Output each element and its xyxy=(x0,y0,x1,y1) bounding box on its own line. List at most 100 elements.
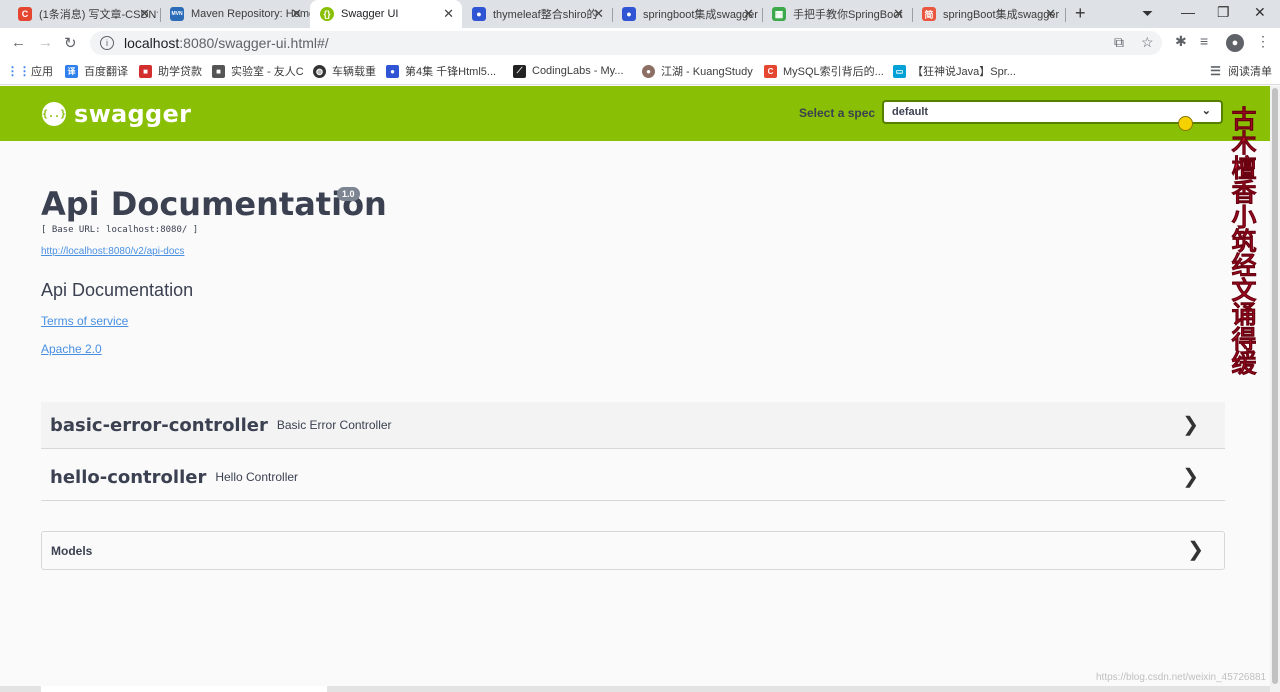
page-scrollbar[interactable] xyxy=(1270,86,1280,692)
tab-search-icon[interactable]: ⏷ xyxy=(1142,5,1153,22)
select-spec-label: Select a spec xyxy=(799,106,876,120)
codinglabs-icon: ⟋ xyxy=(513,64,526,78)
bottom-strip xyxy=(0,686,1270,692)
cursor-highlight xyxy=(1178,116,1193,131)
bookmark-label: MySQL索引背后的... xyxy=(783,66,884,78)
bookmark-label: 助学贷款 xyxy=(158,66,202,78)
csdn-favicon-icon: C xyxy=(764,64,777,78)
tab-csdn-write[interactable]: C (1条消息) 写文章-CSDN博客 ✕ xyxy=(8,0,158,28)
controller-hello[interactable]: hello-controller Hello Controller ❯ xyxy=(41,454,1225,501)
api-docs-link[interactable]: http://localhost:8080/v2/api-docs xyxy=(41,246,184,257)
site-info-icon[interactable]: i xyxy=(100,36,114,50)
browser-toolbar: ← → ↻ i localhost:8080/swagger-ui.html#/… xyxy=(0,28,1280,58)
globe-icon: ◍ xyxy=(313,64,326,78)
tab-divider xyxy=(1065,8,1066,22)
forward-arrow-icon[interactable]: → xyxy=(38,34,53,51)
chevron-right-icon[interactable]: ❯ xyxy=(1182,412,1199,437)
swagger-favicon-icon: {} xyxy=(320,7,334,21)
bookmarks-bar: ⋮⋮ 应用 译 百度翻译 ■ 助学贷款 ■ 实验室 - 友人C ◍ 车辆载重 ●… xyxy=(0,58,1280,85)
tab-springboot-handson[interactable]: ▦ 手把手教你SpringBoot ✕ xyxy=(762,0,912,28)
bookmark-codinglabs[interactable]: ⟋ CodingLabs - My... xyxy=(513,63,624,79)
chevron-right-icon[interactable]: ❯ xyxy=(1187,537,1204,562)
maximize-button[interactable]: ❐ xyxy=(1217,4,1230,21)
api-title: Api Documentation xyxy=(41,185,387,223)
baidu-paw-icon: ● xyxy=(622,7,636,21)
translate-icon[interactable]: ⧉ xyxy=(1114,34,1124,51)
bilibili-tv-icon: ▭ xyxy=(893,64,906,78)
extensions-puzzle-icon[interactable]: ✱ xyxy=(1175,33,1187,50)
reload-icon[interactable]: ↻ xyxy=(64,34,77,52)
baidu-paw-icon: ● xyxy=(472,7,486,21)
loan-flag-icon: ■ xyxy=(139,64,152,78)
kuangstudy-avatar-icon: ● xyxy=(642,64,655,78)
reading-list-label: 阅读清单 xyxy=(1228,66,1272,78)
bookmark-label: 百度翻译 xyxy=(84,66,128,78)
media-queue-icon[interactable]: ≡ xyxy=(1200,33,1208,49)
controller-basic-error[interactable]: basic-error-controller Basic Error Contr… xyxy=(41,402,1225,449)
bookmark-apps[interactable]: ⋮⋮ 应用 xyxy=(6,63,54,79)
scrollbar-thumb[interactable] xyxy=(1272,88,1278,684)
apps-grid-icon: ⋮⋮ xyxy=(6,64,31,78)
close-icon[interactable]: ✕ xyxy=(743,6,754,22)
close-icon[interactable]: ✕ xyxy=(291,6,302,22)
tab-springboot-swagger-2[interactable]: 简 springBoot集成swagger ✕ xyxy=(912,0,1064,28)
bookmark-label: 【狂神说Java】Spr... xyxy=(912,66,1016,78)
window-close-button[interactable]: ✕ xyxy=(1254,4,1266,21)
profile-avatar[interactable]: ● xyxy=(1226,34,1244,52)
url-path: :8080/swagger-ui.html#/ xyxy=(179,35,329,51)
bookmark-label: 江湖 - KuangStudy xyxy=(661,66,753,78)
back-arrow-icon[interactable]: ← xyxy=(11,34,26,51)
url-host: localhost xyxy=(124,35,180,51)
jianshu-favicon-icon: 简 xyxy=(922,7,936,21)
bookmark-label: CodingLabs - My... xyxy=(532,65,624,77)
bottom-strip-segment xyxy=(41,686,327,692)
csdn-favicon-icon: C xyxy=(18,7,32,21)
new-tab-button[interactable]: + xyxy=(1075,3,1086,24)
minimize-button[interactable]: — xyxy=(1181,4,1195,20)
bookmark-label: 实验室 - 友人C xyxy=(231,66,304,78)
tab-maven-repository[interactable]: MVN Maven Repository: Home ✕ xyxy=(160,0,310,28)
bookmark-student-loan[interactable]: ■ 助学贷款 xyxy=(139,63,202,79)
close-icon[interactable]: ✕ xyxy=(139,6,150,22)
controller-description: Basic Error Controller xyxy=(276,418,392,432)
csdn-watermark-url: https://blog.csdn.net/weixin_45726881 xyxy=(1096,672,1267,683)
spec-select-value: default xyxy=(892,106,929,118)
tab-swagger-ui[interactable]: {} Swagger UI ✕ xyxy=(310,0,462,28)
swagger-topbar: {..} swagger Select a spec default ⌄ xyxy=(0,86,1270,141)
version-badge: 1.0 xyxy=(337,187,360,201)
close-icon[interactable]: ✕ xyxy=(893,6,904,22)
bookmark-label: 第4集 千锋Html5... xyxy=(405,66,497,78)
base-url: [ Base URL: localhost:8080/ ] xyxy=(41,225,199,235)
bookmark-kuangstudy[interactable]: ● 江湖 - KuangStudy xyxy=(642,63,753,79)
terms-of-service-link[interactable]: Terms of service xyxy=(41,314,128,328)
swagger-main: Api Documentation 1.0 [ Base URL: localh… xyxy=(0,141,1270,692)
spec-select[interactable]: default ⌄ xyxy=(882,100,1223,124)
address-bar[interactable]: i localhost:8080/swagger-ui.html#/ xyxy=(90,31,1162,55)
close-icon[interactable]: ✕ xyxy=(1045,6,1056,22)
bookmark-label: 车辆载重 xyxy=(332,66,376,78)
api-description: Api Documentation xyxy=(41,280,194,300)
tab-thymeleaf-shiro[interactable]: ● thymeleaf整合shiro的 ✕ xyxy=(462,0,612,28)
tab-springboot-swagger-1[interactable]: ● springboot集成swagger ✕ xyxy=(612,0,762,28)
bookmark-vehicle-load[interactable]: ◍ 车辆载重 xyxy=(313,63,376,79)
bookmark-baidu-translate[interactable]: 译 百度翻译 xyxy=(65,63,128,79)
bookmark-lab[interactable]: ■ 实验室 - 友人C xyxy=(212,63,304,79)
models-section[interactable]: Models ❯ xyxy=(41,531,1225,570)
bookmark-star-icon[interactable]: ☆ xyxy=(1141,34,1154,51)
close-icon[interactable]: ✕ xyxy=(443,6,454,22)
license-link[interactable]: Apache 2.0 xyxy=(41,342,102,356)
chevron-right-icon[interactable]: ❯ xyxy=(1182,464,1199,489)
vertical-watermark-text: 古木檀香小筑 经文诵得缓 xyxy=(1231,105,1257,379)
swagger-logo[interactable]: {..} swagger xyxy=(42,100,191,128)
lab-avatar-icon: ■ xyxy=(212,64,225,78)
swagger-logo-text: swagger xyxy=(74,100,192,128)
chevron-down-icon: ⌄ xyxy=(1201,105,1211,117)
menu-kebab-icon[interactable]: ⋮ xyxy=(1256,33,1270,50)
close-icon[interactable]: ✕ xyxy=(593,6,604,22)
bookmark-qianfeng-html5[interactable]: ● 第4集 千锋Html5... xyxy=(386,63,496,79)
baidu-paw-icon: ● xyxy=(386,64,399,78)
bookmark-mysql-index[interactable]: C MySQL索引背后的... xyxy=(764,63,884,79)
bookmark-kuangshen-java[interactable]: ▭ 【狂神说Java】Spr... xyxy=(893,63,1016,79)
models-label: Models xyxy=(51,543,93,558)
reading-list[interactable]: ☰ 阅读清单 xyxy=(1209,63,1272,79)
